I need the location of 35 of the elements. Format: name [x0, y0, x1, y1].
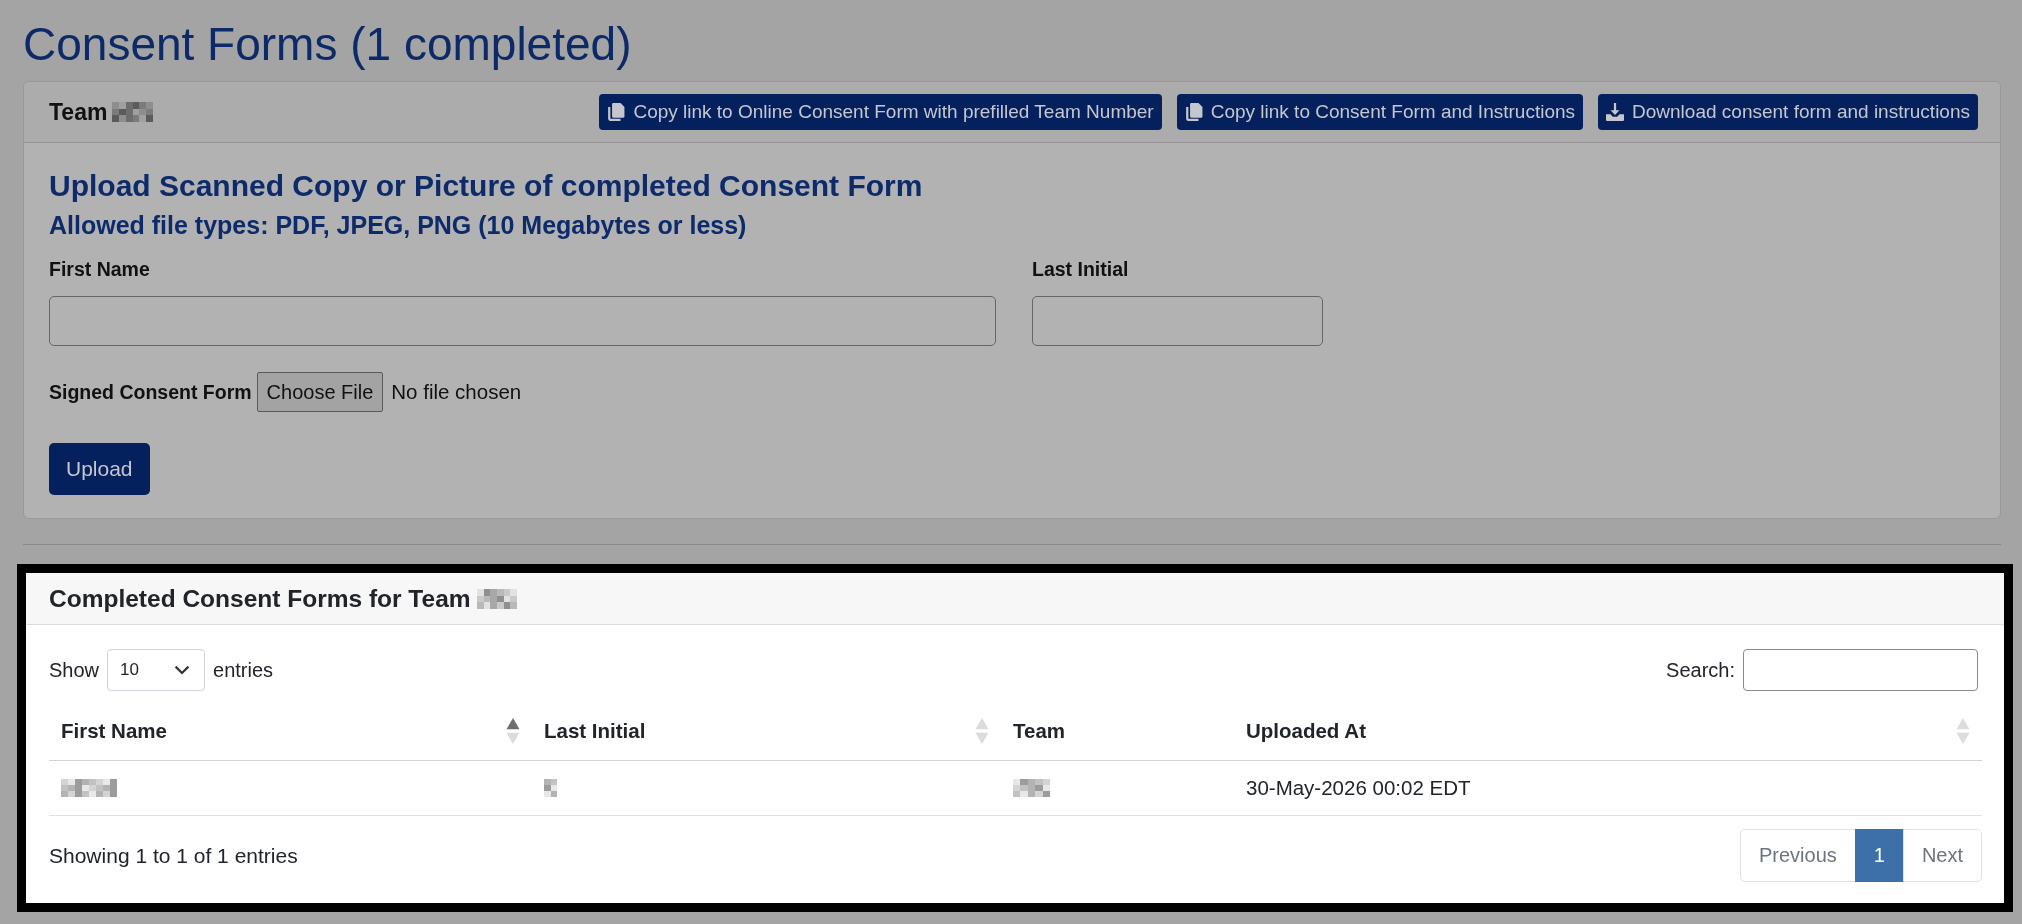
page-title: Consent Forms (1 completed) [23, 17, 632, 72]
chevron-down-icon [174, 665, 191, 675]
copy-icon [607, 103, 626, 121]
search-field[interactable] [1743, 649, 1978, 691]
page-button[interactable]: 1 [1854, 829, 1904, 882]
entries-label: entries [213, 658, 274, 682]
file-status-text: No file chosen [391, 380, 522, 404]
card-title: Completed Consent Forms for Team [49, 583, 471, 614]
choose-file-button[interactable]: Choose File [256, 372, 384, 412]
pixelated-text-icon [61, 779, 117, 797]
show-label: Show [49, 658, 100, 682]
copy-link-button[interactable]: Copy link to Online Consent Form with prefilled Team Number [599, 94, 1162, 130]
field-label: Last Initial [1032, 257, 1129, 281]
file-types-note: Allowed file types: PDF, JPEG, PNG (10 Megabytes or less) [49, 210, 747, 240]
upload-button[interactable]: Upload [49, 443, 150, 495]
copy-link-button[interactable]: Copy link to Consent Form and Instructions [1176, 94, 1584, 130]
text-field[interactable] [1032, 296, 1323, 346]
entries-info-text: Showing 1 to 1 of 1 entries [49, 842, 298, 869]
text-field[interactable] [49, 296, 996, 346]
field-label: Signed Consent Form [49, 380, 252, 404]
team-label: Team [49, 98, 108, 126]
column-header: Team [1013, 719, 1067, 743]
upload-heading: Upload Scanned Copy or Picture of completed Consent Form [49, 168, 923, 204]
entries-select[interactable]: 10 [107, 649, 206, 691]
download-icon [1606, 103, 1625, 121]
copy-icon [1184, 103, 1203, 121]
column-header[interactable]: First Name [61, 718, 520, 744]
download-button[interactable]: Download consent form and instructions [1598, 94, 1978, 130]
column-header[interactable]: Uploaded At [1246, 718, 1970, 744]
search-label: Search: [1666, 658, 1735, 682]
field-label: First Name [49, 257, 150, 281]
column-header[interactable]: Last Initial [544, 718, 989, 744]
table-cell: 30-May-2026 00:02 EDT [1246, 776, 1471, 799]
pixelated-text-icon [1013, 779, 1050, 797]
pixelated-text-icon [544, 779, 557, 797]
